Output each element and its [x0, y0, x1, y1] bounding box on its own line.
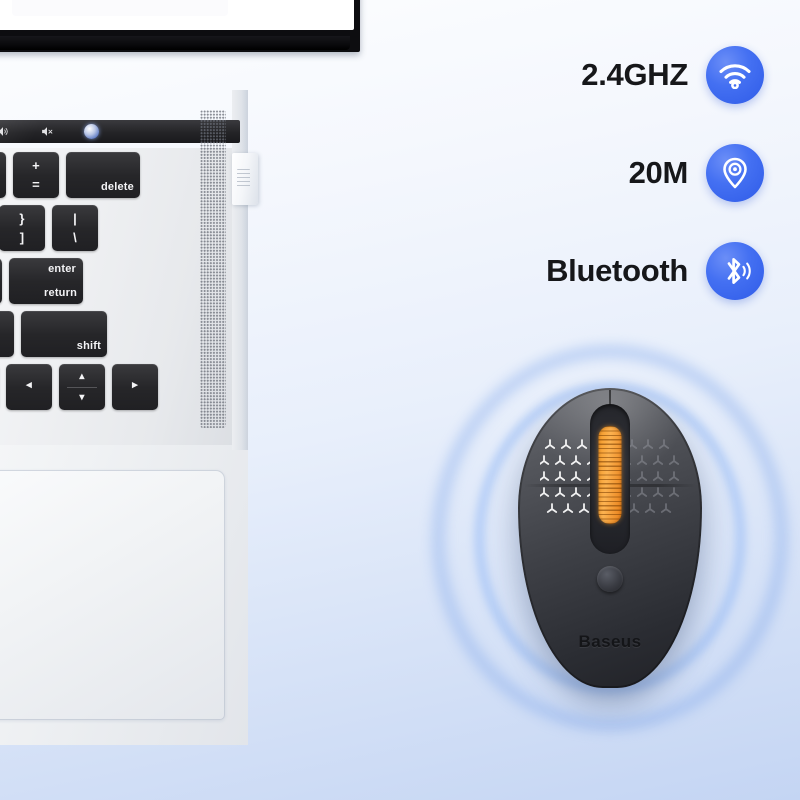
lid-bottom-edge — [0, 36, 350, 50]
feature-badge-20m: 20M — [464, 144, 764, 202]
bluetooth-icon — [706, 242, 764, 300]
key-label: ] — [19, 230, 25, 245]
key-label: + — [32, 158, 40, 173]
screen-artwork-chart: golden green golden orange red orange — [0, 0, 2, 16]
feature-label: 2.4GHZ — [581, 57, 688, 92]
key-backslash[interactable]: | \ — [52, 205, 98, 251]
key-slash[interactable]: ? / — [0, 311, 14, 357]
laptop-screen: golden green golden orange red orange — [0, 0, 354, 30]
key-equals[interactable]: + = — [13, 152, 59, 198]
trackpad[interactable] — [0, 470, 225, 720]
wireless-mouse: Baseus — [430, 338, 790, 738]
key-arrow-right[interactable]: ▸ — [112, 364, 158, 410]
key-divider — [67, 387, 97, 388]
product-marketing-image: golden green golden orange red orange — [0, 0, 800, 800]
brand-logo: Baseus — [578, 632, 642, 651]
key-arrow-left[interactable]: ◂ — [6, 364, 52, 410]
key-minus[interactable]: _ - — [0, 152, 6, 198]
speaker-grille — [200, 110, 226, 428]
key-label: ▴ — [79, 371, 85, 382]
key-label: ▾ — [79, 392, 85, 403]
key-label: ◂ — [26, 379, 32, 391]
key-bracket-right[interactable]: } ] — [0, 205, 45, 251]
keyboard: ( 9 ) 0 _ - + = delete — [0, 152, 190, 417]
keyboard-row: O P { [ } ] | \ — [0, 205, 190, 251]
key-label: enter — [48, 263, 76, 275]
key-label: return — [44, 287, 77, 299]
scroll-wheel[interactable] — [598, 426, 622, 524]
key-label: delete — [101, 181, 134, 193]
usb-texture — [237, 169, 250, 187]
laptop-screen-lid: golden green golden orange red orange — [0, 0, 360, 52]
key-label: \ — [73, 230, 77, 245]
keyboard-row: L : ; " ' enter return — [0, 258, 190, 304]
key-delete[interactable]: delete — [66, 152, 140, 198]
key-label: | — [73, 211, 77, 226]
key-label: shift — [76, 340, 101, 352]
key-shift[interactable]: shift — [21, 311, 107, 357]
wifi-icon — [706, 46, 764, 104]
keyboard-row: < , > . ? / shift — [0, 311, 190, 357]
deck-right-edge — [232, 90, 248, 450]
touchbar-glare — [0, 120, 120, 143]
feature-badge-list: 2.4GHZ 20M Bluetooth — [464, 46, 764, 340]
dpi-button[interactable] — [597, 566, 623, 592]
feature-label: Bluetooth — [546, 253, 688, 288]
feature-badge-bluetooth: Bluetooth — [464, 242, 764, 300]
key-return[interactable]: enter return — [9, 258, 83, 304]
key-quote[interactable]: " ' — [0, 258, 2, 304]
feature-label: 20M — [628, 155, 689, 190]
location-pin-icon — [706, 144, 764, 202]
right-button-pattern — [622, 439, 680, 513]
feature-badge-24ghz: 2.4GHZ — [464, 46, 764, 104]
usb-receiver-dongle — [232, 153, 258, 205]
key-label: = — [32, 177, 40, 192]
scroll-wheel-well — [590, 404, 630, 554]
key-label: ▸ — [132, 379, 138, 391]
keyboard-row: ⌘ command alt option ◂ ▴ ▾ ▸ — [0, 364, 190, 410]
key-arrow-updown[interactable]: ▴ ▾ — [59, 364, 105, 410]
macbook-laptop: golden green golden orange red orange — [0, 0, 400, 750]
keyboard-row: ( 9 ) 0 _ - + = delete — [0, 152, 190, 198]
imessage-panel: iMessage ♫ — [12, 0, 228, 16]
key-label: } — [19, 211, 25, 226]
